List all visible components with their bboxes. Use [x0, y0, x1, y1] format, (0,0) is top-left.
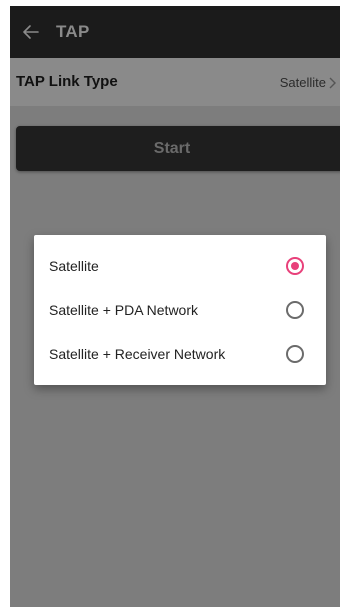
- option-satellite-receiver-network[interactable]: Satellite + Receiver Network: [34, 332, 326, 376]
- option-label: Satellite: [49, 258, 99, 274]
- link-type-dialog: Satellite Satellite + PDA Network Satell…: [34, 235, 326, 385]
- page-title: TAP: [56, 22, 90, 41]
- arrow-left-icon[interactable]: [20, 21, 42, 43]
- option-label: Satellite + Receiver Network: [49, 346, 226, 362]
- tap-link-type-row[interactable]: TAP Link Type Satellite: [10, 58, 340, 106]
- tap-link-type-label: TAP Link Type: [16, 73, 118, 90]
- start-button[interactable]: Start: [16, 126, 340, 171]
- option-satellite-pda-network[interactable]: Satellite + PDA Network: [34, 288, 326, 332]
- option-satellite[interactable]: Satellite: [34, 244, 326, 288]
- app-bar: TAP: [10, 6, 340, 58]
- radio-unselected-icon[interactable]: [286, 345, 304, 363]
- option-label: Satellite + PDA Network: [49, 302, 199, 318]
- radio-selected-icon[interactable]: [286, 257, 304, 275]
- tap-link-type-value: Satellite: [279, 75, 326, 90]
- chevron-right-icon: [328, 76, 338, 89]
- radio-unselected-icon[interactable]: [286, 301, 304, 319]
